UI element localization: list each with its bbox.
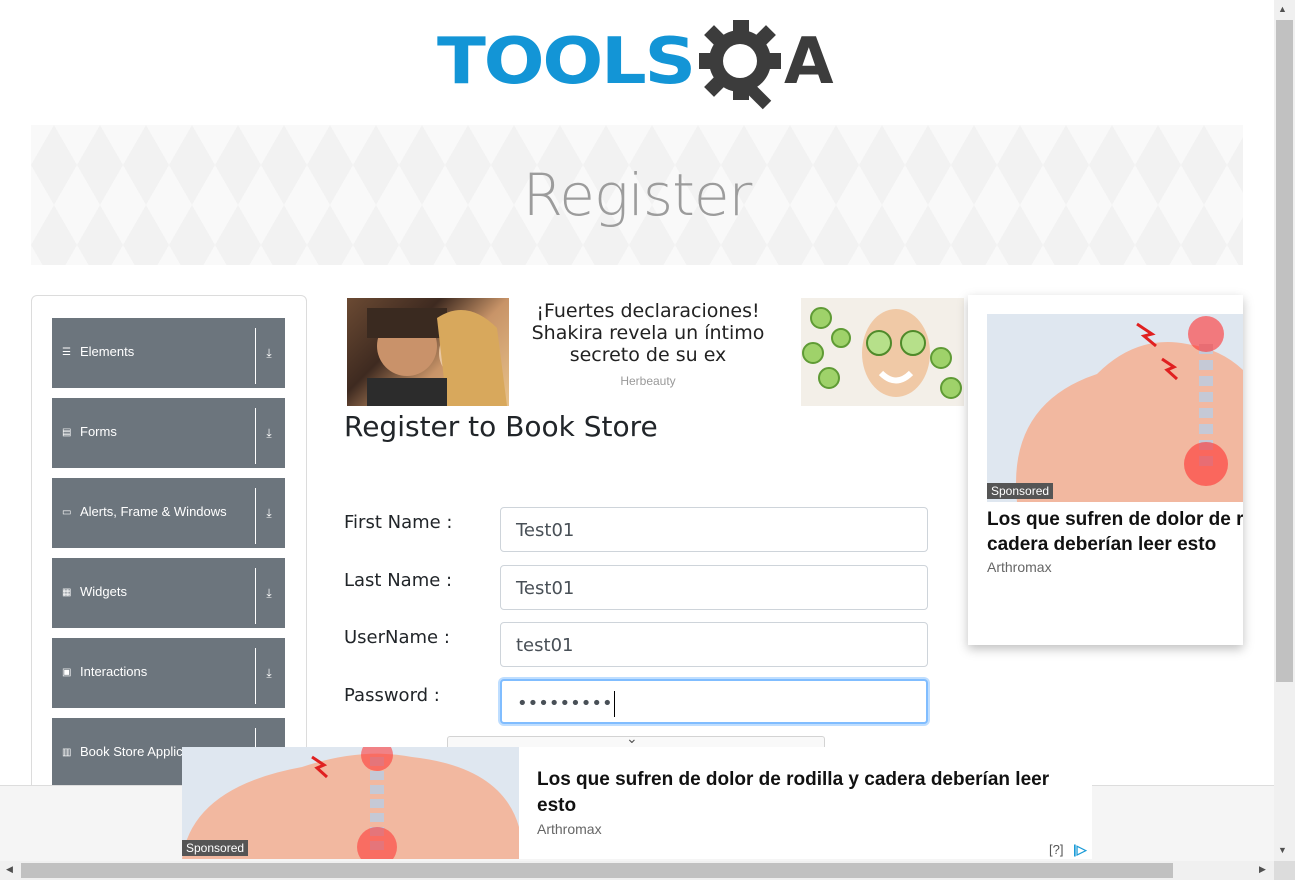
ad-source[interactable]: Arthromax [987,559,1052,575]
ad-photo [1016,316,1243,502]
list-icon: ☰ [62,347,71,358]
sidebar-group-widgets[interactable]: ▦ Widgets ⤓ [52,558,285,628]
sidebar: ☰ Elements ⤓ ▤ Forms ⤓ ▭ Alerts, Frame &… [31,295,307,797]
ad-headline[interactable]: Los que sufren de dolor de rodilla y cad… [537,767,1082,819]
logo-text-a: A [784,25,834,99]
scroll-left-arrow-icon[interactable]: ◀ [6,864,13,875]
grid-icon: ▦ [62,587,72,598]
sidebar-group-interactions[interactable]: ▣ Interactions ⤓ [52,638,285,708]
sidebar-group-label: Elements [80,344,135,359]
password-label: Password : [344,685,440,706]
scroll-up-arrow-icon[interactable]: ▲ [1278,4,1287,14]
ad-headline-line-2: cadera deberían leer esto [987,534,1217,555]
download-arrow-icon: ⤓ [266,666,272,680]
ad-image-cucumber[interactable] [801,298,964,406]
divider [255,568,256,624]
sidebar-group-elements[interactable]: ☰ Elements ⤓ [52,318,285,388]
ad-photo [802,307,962,399]
ad-help-link[interactable]: [?] [1049,842,1063,857]
vertical-scrollbar[interactable] [1274,0,1295,861]
last-name-input[interactable]: Test01 [500,565,928,610]
sidebar-group-label: Book Store Applica [80,744,190,759]
sidebar-group-forms[interactable]: ▤ Forms ⤓ [52,398,285,468]
ad-image-couple[interactable] [347,298,509,406]
page-banner: Register [31,125,1243,265]
download-arrow-icon: ⤓ [266,426,272,440]
ad-image-spine [987,314,1243,502]
divider [255,408,256,464]
ad-source[interactable]: Herbeauty [519,374,777,388]
sponsored-badge: Sponsored [182,840,249,856]
ad-photo [367,308,507,406]
sponsored-badge: Sponsored [987,483,1054,499]
ad-source[interactable]: Arthromax [537,821,602,837]
ad-headline[interactable]: ¡Fuertes declaraciones! Shakira revela u… [519,300,777,366]
cursor-icon: ▣ [62,667,72,678]
download-arrow-icon: ⤓ [266,346,272,360]
download-arrow-icon: ⤓ [266,506,272,520]
toolsqa-logo[interactable]: TOOLS A [437,18,842,113]
chevron-down-icon[interactable]: ⌄ [626,730,640,746]
ad-right-card[interactable]: Sponsored Los que sufren de dolor de roc… [968,295,1243,645]
horizontal-scrollbar[interactable] [0,861,1274,880]
scrollbar-corner [1274,861,1295,880]
scroll-down-arrow-icon[interactable]: ▼ [1278,845,1287,855]
logo-text-tools: TOOLS [437,25,696,99]
divider [255,488,256,544]
adchoices-icon[interactable]: |▷ [1073,842,1087,858]
books-icon: ▥ [62,747,72,758]
ad-headline-line-1: Los que sufren de dolor de roc [987,509,1243,530]
divider [255,648,256,704]
sidebar-group-alerts[interactable]: ▭ Alerts, Frame & Windows ⤓ [52,478,285,548]
sidebar-group-label: Alerts, Frame & Windows [80,504,227,519]
window-icon: ▭ [62,507,72,518]
doc-icon: ▤ [62,427,72,438]
divider [255,328,256,384]
password-input[interactable]: ••••••••• [500,679,928,724]
username-label: UserName : [344,627,450,648]
page-title: Register [522,161,753,229]
gear-magnifier-icon [699,20,781,110]
text-caret [613,691,615,717]
scroll-right-arrow-icon[interactable]: ▶ [1259,864,1266,875]
horizontal-scrollbar-thumb[interactable] [21,863,1173,878]
sidebar-group-label: Widgets [80,584,127,599]
download-arrow-icon: ⤓ [266,586,272,600]
first-name-input[interactable]: Test01 [500,507,928,552]
sidebar-group-label: Forms [80,424,117,439]
form-title: Register to Book Store [344,410,658,443]
ad-bottom-card[interactable]: Sponsored Los que sufren de dolor de rod… [182,747,1092,859]
first-name-label: First Name : [344,512,453,533]
last-name-label: Last Name : [344,570,453,591]
sidebar-group-label: Interactions [80,664,148,679]
username-input[interactable]: test01 [500,622,928,667]
password-value: ••••••••• [517,693,613,714]
vertical-scrollbar-thumb[interactable] [1276,20,1293,682]
ad-headline[interactable]: Los que sufren de dolor de roc cadera deb… [987,507,1243,557]
